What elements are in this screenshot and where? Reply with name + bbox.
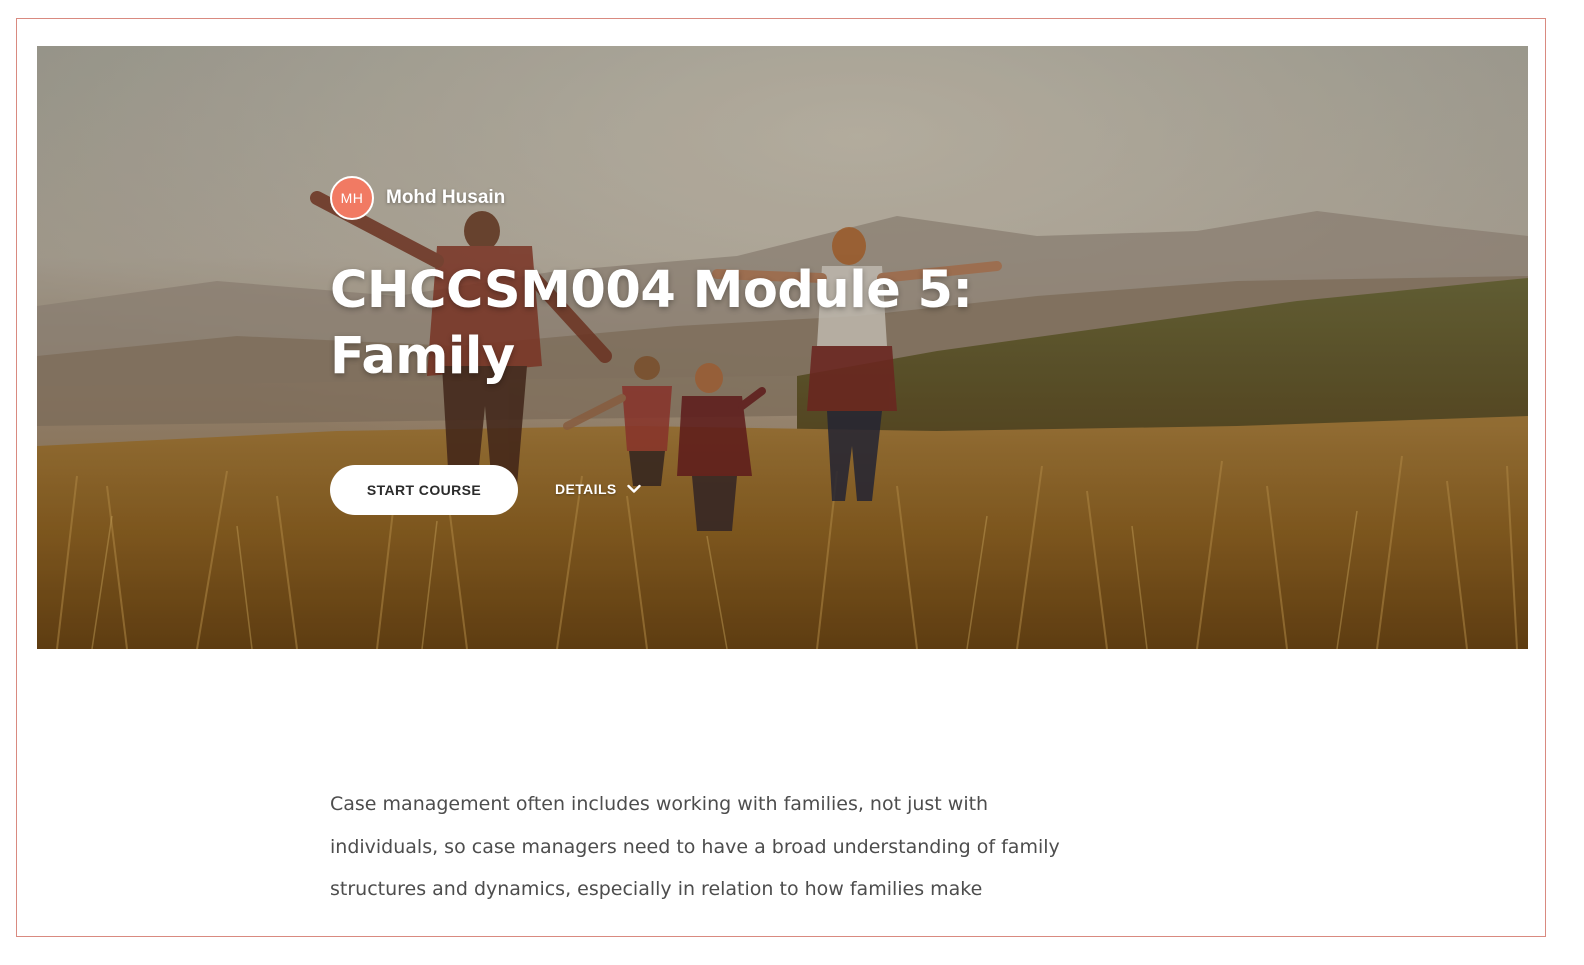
author-info: MH Mohd Husain	[330, 176, 505, 220]
details-toggle[interactable]: DETAILS	[555, 481, 641, 497]
start-course-button[interactable]: START COURSE	[330, 465, 518, 515]
course-title: CHCCSM004 Module 5: Family	[330, 261, 973, 386]
author-name: Mohd Husain	[386, 187, 506, 208]
course-description: Case management often includes working w…	[330, 793, 1060, 900]
details-label: DETAILS	[555, 481, 617, 497]
avatar: MH	[330, 176, 374, 220]
chevron-down-icon	[626, 484, 641, 493]
